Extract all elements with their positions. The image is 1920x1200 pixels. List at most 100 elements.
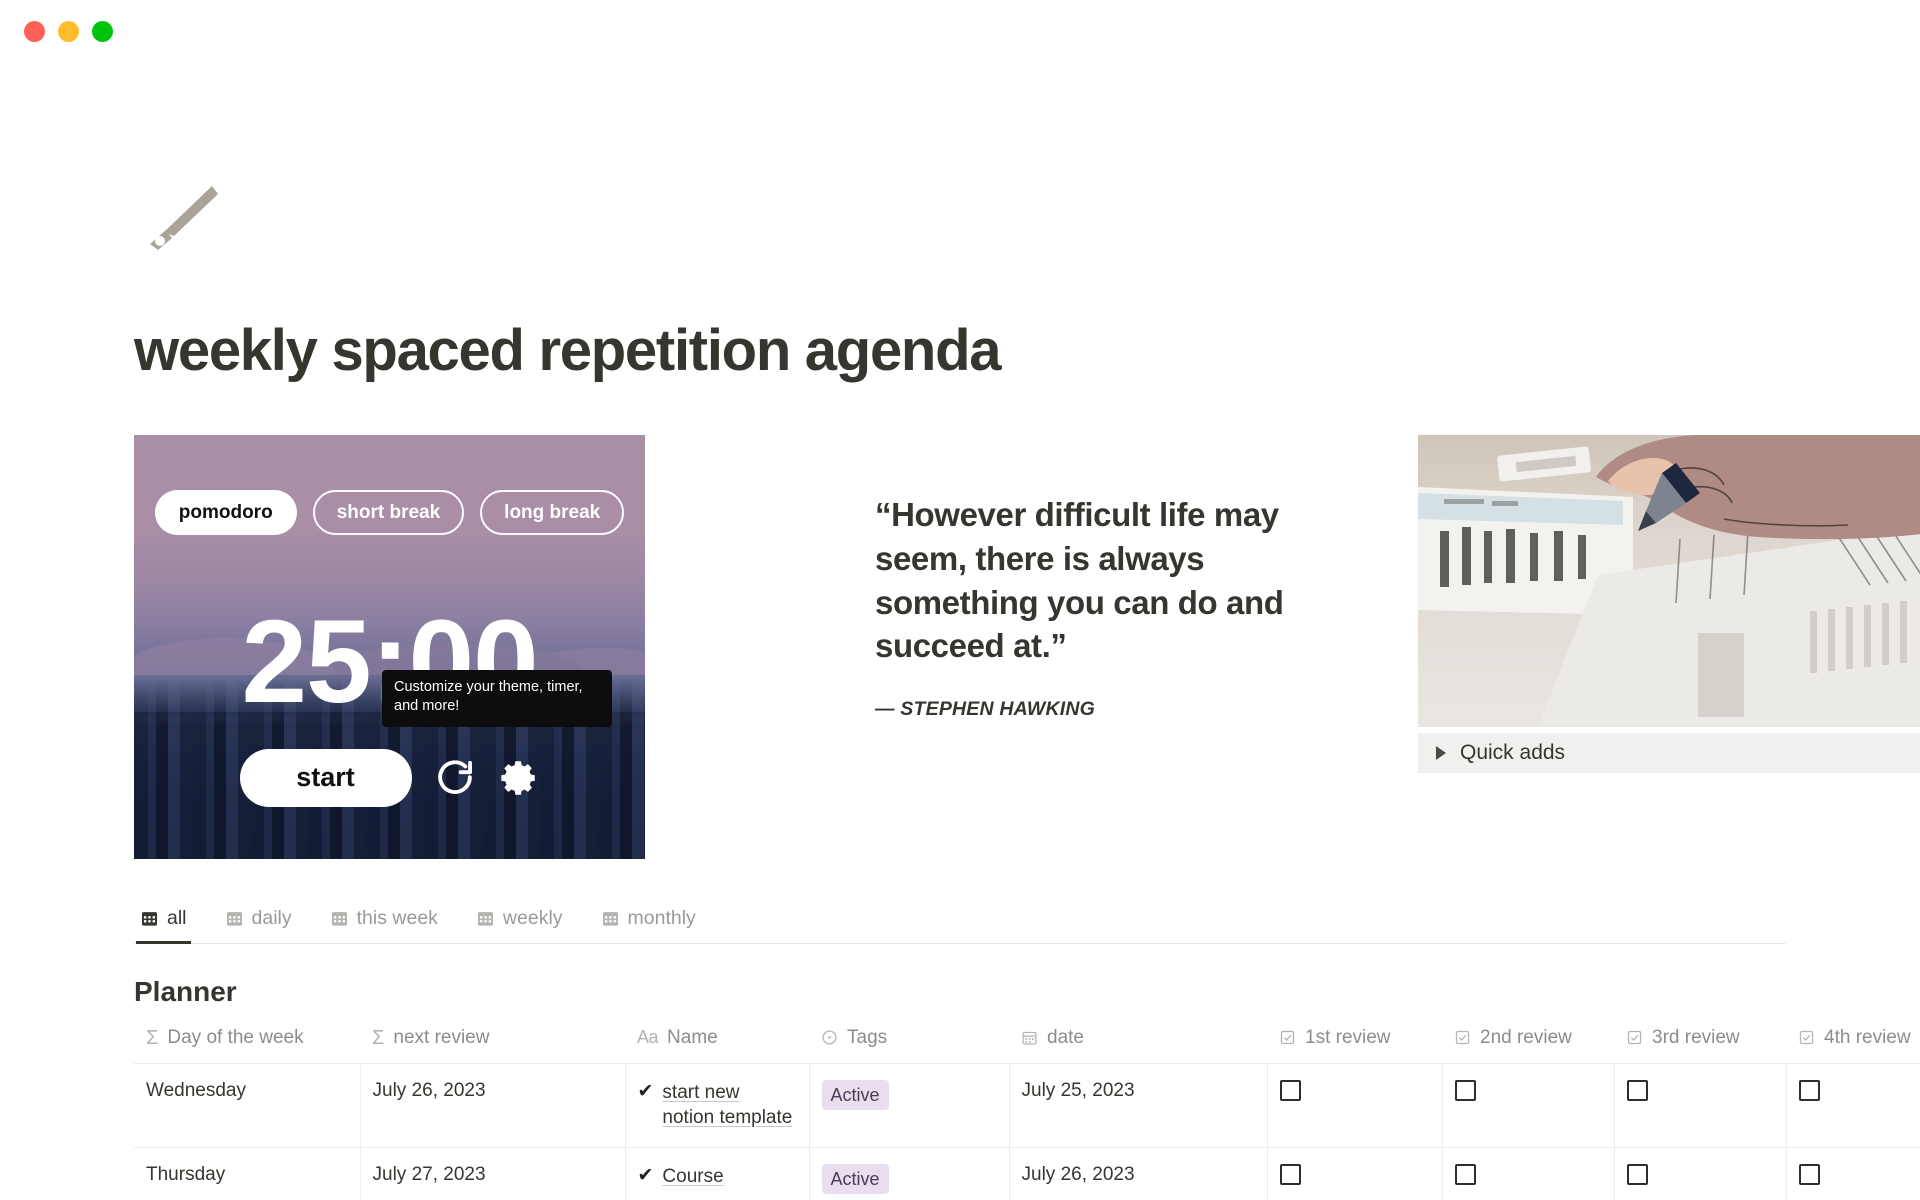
calendar-icon xyxy=(601,909,620,928)
tab-weekly-label: weekly xyxy=(502,906,563,929)
review-checkbox-2[interactable] xyxy=(1454,1164,1476,1186)
planner-header-row: Σ Day of the week Σ next review Aa Name … xyxy=(134,1023,1920,1064)
name-link[interactable]: start new notion template xyxy=(662,1080,796,1131)
checkbox-icon xyxy=(1279,1029,1296,1046)
reset-icon[interactable] xyxy=(434,757,476,799)
column-header-day-of-the-week[interactable]: Σ Day of the week xyxy=(134,1023,360,1064)
fountain-pen-icon xyxy=(134,174,226,266)
column-label: 4th review xyxy=(1824,1026,1911,1048)
column-label: Day of the week xyxy=(167,1026,304,1048)
tab-weekly[interactable]: weekly xyxy=(472,901,567,943)
quick-adds-label: Quick adds xyxy=(1460,740,1566,764)
cell-next-review: July 27, 2023 xyxy=(360,1147,626,1200)
column-label: 3rd review xyxy=(1652,1026,1740,1048)
maximize-window-button[interactable] xyxy=(92,20,113,42)
column-label: next review xyxy=(393,1026,490,1048)
calendar-icon xyxy=(476,909,495,928)
anime-illustration-hand-writing-with-pen xyxy=(1418,434,1920,727)
check-icon: ✔ xyxy=(637,1165,654,1187)
cell-tags: Active xyxy=(809,1062,1010,1148)
review-checkbox-2[interactable] xyxy=(1454,1079,1476,1101)
tab-daily-label: daily xyxy=(251,906,292,929)
cell-name: ✔ Course xyxy=(625,1147,810,1200)
view-tabs: all daily this week weekly monthly xyxy=(134,901,1786,944)
review-checkbox-3[interactable] xyxy=(1626,1079,1648,1101)
tab-this-week-label: this week xyxy=(356,906,438,929)
mode-long-break-button[interactable]: long break xyxy=(480,489,625,535)
checkbox-icon xyxy=(1798,1029,1815,1046)
tab-all-label: all xyxy=(167,906,187,929)
cell-4th-review xyxy=(1786,1147,1920,1200)
chevron-right-icon xyxy=(1436,745,1446,760)
window-titlebar xyxy=(0,0,1920,62)
tab-monthly-label: monthly xyxy=(627,906,696,929)
column-header-1st-review[interactable]: 1st review xyxy=(1267,1023,1442,1064)
minimize-window-button[interactable] xyxy=(58,20,79,42)
pomodoro-timer-widget: pomodoro short break long break 25:00 st… xyxy=(134,434,645,859)
cell-day: Thursday xyxy=(134,1147,361,1200)
column-header-next-review[interactable]: Σ next review xyxy=(360,1023,625,1064)
cell-3rd-review xyxy=(1614,1062,1787,1148)
column-header-date[interactable]: date xyxy=(1009,1023,1267,1064)
tab-daily[interactable]: daily xyxy=(221,901,296,943)
review-checkbox-1[interactable] xyxy=(1279,1164,1301,1186)
cell-tags: Active xyxy=(809,1147,1010,1200)
pomodoro-mode-switcher: pomodoro short break long break xyxy=(134,489,645,535)
column-label: 2nd review xyxy=(1480,1026,1572,1048)
text-aa-icon: Aa xyxy=(637,1027,659,1048)
planner-title: Planner xyxy=(134,975,237,1007)
review-checkbox-4[interactable] xyxy=(1798,1079,1820,1101)
column-header-2nd-review[interactable]: 2nd review xyxy=(1442,1023,1614,1064)
column-label: Tags xyxy=(847,1026,888,1048)
name-link[interactable]: Course xyxy=(662,1164,723,1190)
cell-1st-review xyxy=(1267,1147,1443,1200)
start-button[interactable]: start xyxy=(239,749,412,807)
cell-3rd-review xyxy=(1614,1147,1787,1200)
quote-author: — STEPHEN HAWKING xyxy=(875,698,1095,721)
tab-this-week[interactable]: this week xyxy=(326,901,442,943)
cell-2nd-review xyxy=(1442,1062,1615,1148)
tab-monthly[interactable]: monthly xyxy=(597,901,700,943)
status-badge: Active xyxy=(821,1079,889,1111)
table-row[interactable]: Wednesday July 26, 2023 ✔ start new noti… xyxy=(134,1062,1920,1148)
review-checkbox-4[interactable] xyxy=(1798,1164,1820,1186)
cell-next-review: July 26, 2023 xyxy=(360,1062,626,1148)
table-row[interactable]: Thursday July 27, 2023 ✔ Course Active J… xyxy=(134,1147,1920,1200)
cell-date: July 26, 2023 xyxy=(1009,1147,1268,1200)
cell-day: Wednesday xyxy=(134,1062,361,1148)
column-header-4th-review[interactable]: 4th review xyxy=(1786,1023,1920,1064)
mode-pomodoro-button[interactable]: pomodoro xyxy=(154,489,297,535)
quick-adds-toggle[interactable]: Quick adds xyxy=(1418,732,1920,773)
calendar-icon xyxy=(140,909,159,928)
calendar-icon xyxy=(225,909,244,928)
page-title: weekly spaced repetition agenda xyxy=(134,318,1001,383)
planner-table: Σ Day of the week Σ next review Aa Name … xyxy=(134,1023,1920,1200)
status-badge: Active xyxy=(821,1164,889,1195)
page-content: weekly spaced repetition agenda pomodoro… xyxy=(0,174,1920,1200)
cell-4th-review xyxy=(1786,1062,1920,1148)
quote-block: “However difficult life may seem, there … xyxy=(875,435,1375,722)
close-window-button[interactable] xyxy=(24,20,45,42)
hero-row: pomodoro short break long break 25:00 st… xyxy=(134,434,1920,859)
check-icon: ✔ xyxy=(637,1080,654,1102)
review-checkbox-3[interactable] xyxy=(1626,1164,1648,1186)
column-header-name[interactable]: Aa Name xyxy=(625,1023,809,1064)
column-header-tags[interactable]: Tags xyxy=(809,1023,1009,1064)
quote-text: “However difficult life may seem, there … xyxy=(875,495,1284,665)
review-checkbox-1[interactable] xyxy=(1279,1079,1301,1101)
cell-date: July 25, 2023 xyxy=(1009,1062,1268,1148)
column-label: Name xyxy=(667,1026,718,1048)
mode-short-break-button[interactable]: short break xyxy=(312,489,465,535)
checkbox-icon xyxy=(1454,1029,1471,1046)
right-column: Quick adds xyxy=(1418,434,1920,773)
cell-name: ✔ start new notion template xyxy=(625,1062,810,1148)
column-label: date xyxy=(1047,1026,1084,1048)
cell-2nd-review xyxy=(1442,1147,1615,1200)
select-circle-icon xyxy=(821,1029,838,1046)
column-header-3rd-review[interactable]: 3rd review xyxy=(1614,1023,1786,1064)
tab-all[interactable]: all xyxy=(136,901,191,944)
gear-icon[interactable] xyxy=(498,757,540,799)
cell-1st-review xyxy=(1267,1062,1443,1148)
sigma-icon: Σ xyxy=(146,1026,159,1049)
calendar-icon xyxy=(330,909,349,928)
